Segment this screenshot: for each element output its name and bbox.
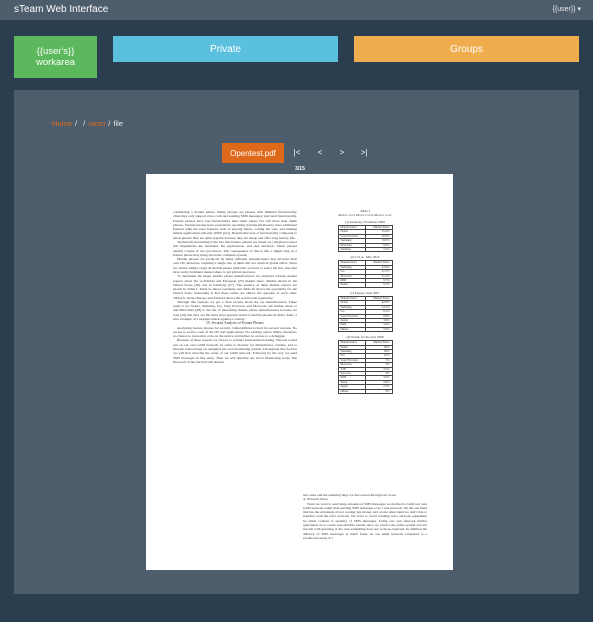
table-cell: Nokia <box>337 282 366 288</box>
pdf-paragraph: To determine the major mobile phone manu… <box>173 274 297 300</box>
workarea-tile[interactable]: {{user's}} workarea <box>14 36 97 78</box>
pdf-table-block: Table I Mobile phone Manufacturer Market… <box>303 209 427 395</box>
table-cell: Others <box>337 326 366 333</box>
top-navbar: sTeam Web Interface {{user}} ▾ <box>0 0 593 20</box>
breadcrumb-home-link[interactable]: Home <box>52 119 72 128</box>
pdf-paragraph: Mobile phones are produced by many diffe… <box>173 257 297 274</box>
table-cell: 9% <box>364 388 393 395</box>
groups-tile[interactable]: Groups <box>354 36 579 62</box>
user-menu-dropdown[interactable]: {{user}} ▾ <box>553 5 581 13</box>
breadcrumb-separator: / <box>83 119 86 128</box>
pdf-left-column: considering a feature phone. Dump phones… <box>173 210 297 364</box>
market-share-table: Manufacturer Market Share Nokia 42.8% Samsun… <box>337 295 393 333</box>
app-title[interactable]: sTeam Web Interface <box>14 4 108 15</box>
table-cell: 5.0% <box>364 326 393 333</box>
page-indicator: 3/15 <box>295 166 305 172</box>
table-subtitle: Mobile phone Manufacturer Market share <box>338 213 392 217</box>
next-page-button[interactable]: > <box>335 147 349 159</box>
pdf-paragraph: Because of these reasons we choose to co… <box>173 338 297 364</box>
breadcrumb-separator: / <box>75 119 78 128</box>
table-caption: (a) Germany, November 2009 <box>345 220 385 224</box>
pdf-page: considering a feature phone. Dump phones… <box>146 174 453 570</box>
previous-page-button[interactable]: < <box>313 147 327 159</box>
table-caption: (b) U.S.A., May 2010 <box>350 255 380 260</box>
workarea-tile-line1: {{user's}} <box>36 46 75 57</box>
breadcrumb: Home / / room / file <box>52 119 123 128</box>
market-share-tables: (a) Germany, November 2009 Manufacturer Ma… <box>303 220 427 395</box>
table-caption: (d) World, for the year 2009 <box>346 335 384 340</box>
last-page-button[interactable]: >| <box>357 147 371 159</box>
table-cell: 9.1% <box>364 282 393 288</box>
pdf-paragraph: Through this analysis we got a clear pic… <box>173 299 297 322</box>
market-share-table: Manufacturer Market Share Nokia 35.4% Sony E… <box>337 224 393 253</box>
breadcrumb-current-file: file <box>113 119 123 128</box>
breadcrumb-separator: / <box>108 119 111 128</box>
pdf-paragraph: considering a feature phone. Dump phones… <box>173 210 297 240</box>
pdf-paragraph: Since we want to send large amounts of S… <box>303 501 428 540</box>
open-file-button[interactable]: Opentest.pdf <box>222 143 284 163</box>
market-share-table: Manufacturer Market Share Nokia 36% Samsung 2… <box>337 340 393 395</box>
table-cell: 5.2% <box>364 246 393 253</box>
pdf-paragraph: Technically interesting is the fact that… <box>173 239 297 257</box>
private-tile[interactable]: Private <box>113 36 338 62</box>
table-row: Siemens 5.2% <box>337 246 393 253</box>
table-caption: (c) Europe, June 2007 <box>350 290 380 295</box>
table-cell: Siemens <box>337 246 366 253</box>
table-row: Others 5.0% <box>337 326 393 333</box>
table-cell: Others <box>337 388 366 395</box>
pdf-right-column: test cases and the resulting bugs we dis… <box>303 493 427 540</box>
pdf-paragraph: Analyzing feature phones for security vu… <box>173 325 297 339</box>
table-row: Others 9% <box>337 388 393 395</box>
first-page-button[interactable]: |< <box>290 147 304 159</box>
workarea-tile-line2: workarea <box>35 57 76 68</box>
table-row: Nokia 9.1% <box>337 282 393 288</box>
market-share-table: Manufacturer Market Share Samsung 22.6% LG 21… <box>337 260 393 288</box>
breadcrumb-room-link[interactable]: room <box>88 119 105 128</box>
